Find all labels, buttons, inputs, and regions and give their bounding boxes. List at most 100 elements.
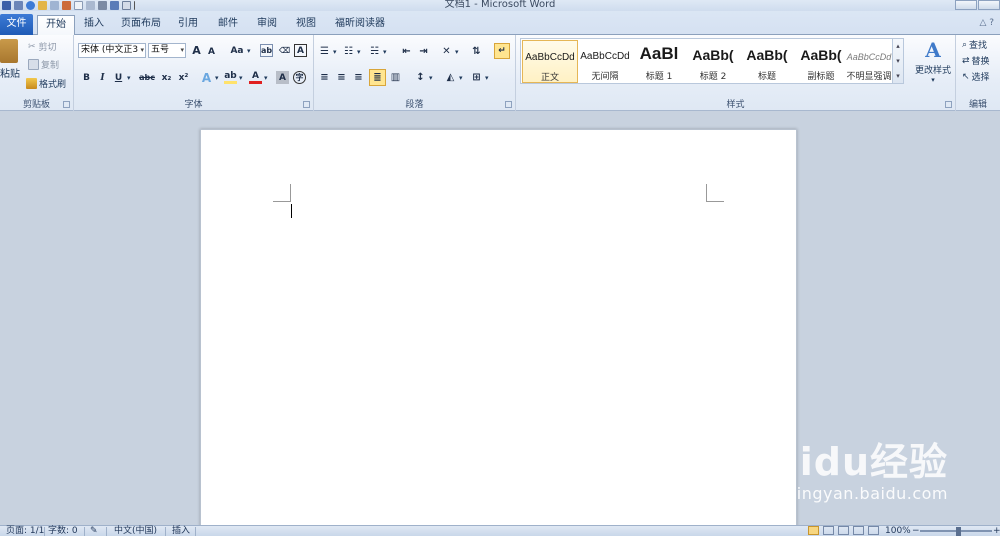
style-subtitle[interactable]: AaBb( 副标题 (793, 40, 849, 83)
clear-format-button[interactable]: ⌫ (278, 44, 293, 57)
bullets-button[interactable]: ☰ ▾ (318, 45, 337, 58)
tab-file[interactable]: 文件 (0, 14, 33, 35)
style-subtle-emphasis[interactable]: AaBbCcDd 不明显强调 (845, 40, 893, 83)
highlight-button[interactable]: ab ▾ (224, 71, 243, 84)
group-clipboard: 粘贴 ✂ 剪切 复制 格式刷 剪贴板 (0, 35, 74, 111)
align-right-button[interactable]: ≡ (352, 71, 367, 84)
change-case-button[interactable]: Aa ▾ (229, 44, 250, 57)
find-button[interactable]: ⌕ 查找 (962, 38, 987, 52)
align-left-button[interactable]: ≡ (318, 71, 333, 84)
chevron-up-icon[interactable]: ▴ (893, 39, 903, 54)
replace-button[interactable]: ⇄ 替换 (962, 54, 990, 68)
style-name: 副标题 (807, 72, 835, 82)
shrink-font-icon: A (208, 46, 215, 57)
style-title[interactable]: AaBb( 标题 (739, 40, 795, 83)
styles-launcher-icon[interactable] (945, 101, 952, 108)
chevron-down-icon[interactable]: ▾ (893, 54, 903, 69)
font-size-combo[interactable]: 五号 ▾ (148, 43, 186, 58)
sort-button[interactable]: ⇅ (470, 45, 485, 58)
cut-button[interactable]: ✂ 剪切 (28, 40, 57, 54)
style-sample: AaBl (639, 45, 679, 63)
grow-font-button[interactable]: A (190, 44, 205, 57)
web-layout-view-icon[interactable] (838, 526, 849, 535)
superscript-button[interactable]: x² (177, 71, 192, 84)
insert-mode[interactable]: 插入 (172, 526, 190, 536)
copy-button[interactable]: 复制 (28, 58, 59, 71)
help-icon[interactable]: △ ? (979, 18, 994, 28)
tab-mailings[interactable]: 邮件 (214, 15, 242, 35)
select-button[interactable]: ↖ 选择 (962, 70, 990, 84)
subscript-button[interactable]: x₂ (160, 71, 175, 84)
full-screen-reading-view-icon[interactable] (823, 526, 834, 535)
justify-button[interactable]: ≣ (369, 69, 388, 86)
character-shading-button[interactable]: A (276, 71, 291, 84)
italic-button[interactable]: I (96, 71, 111, 84)
line-spacing-button[interactable]: ↕ ▾ (414, 71, 432, 84)
paste-button[interactable]: 粘贴 (0, 39, 20, 80)
align-center-button[interactable]: ≡ (335, 71, 350, 84)
language-indicator[interactable]: 中文(中国) (114, 526, 157, 536)
page-count[interactable]: 页面: 1/1 (6, 526, 44, 536)
minimize-icon[interactable] (955, 0, 977, 10)
font-name-combo[interactable]: 宋体 (中文正3 ▾ (78, 43, 146, 58)
tab-review[interactable]: 审阅 (253, 15, 281, 35)
text-effects-button[interactable]: A ▾ (200, 71, 219, 85)
numbering-button[interactable]: ☷ ▾ (342, 45, 361, 58)
tab-foxit-reader[interactable]: 福昕阅读器 (332, 15, 388, 35)
change-case-icon: Aa (230, 45, 244, 56)
format-painter-label: 格式刷 (39, 80, 67, 90)
tab-insert[interactable]: 插入 (80, 15, 108, 35)
document-workspace[interactable]: Baidu经验 jingyan.baidu.com (0, 111, 1000, 527)
print-layout-view-icon[interactable] (808, 526, 819, 535)
shading-button[interactable]: ◭ ▾ (444, 71, 463, 84)
show-marks-button[interactable]: ↵ (494, 43, 512, 59)
borders-button[interactable]: ⊞ ▾ (470, 71, 488, 84)
change-styles-button[interactable]: A 更改样式 ▾ (912, 39, 954, 84)
style-normal[interactable]: AaBbCcDd 正文 (522, 40, 578, 83)
chevron-down-icon: ▾ (264, 73, 268, 82)
zoom-level[interactable]: 100% (885, 526, 911, 536)
style-sample: AaBbCcDd (580, 51, 630, 62)
proofing-icon[interactable]: ✎ (90, 526, 98, 536)
format-painter-button[interactable]: 格式刷 (26, 77, 66, 90)
font-launcher-icon[interactable] (303, 101, 310, 108)
tab-references[interactable]: 引用 (174, 15, 202, 35)
clipboard-launcher-icon[interactable] (63, 101, 70, 108)
decrease-indent-button[interactable]: ⇤ (400, 45, 415, 58)
style-sample: AaBb( (800, 47, 842, 63)
more-icon[interactable]: ▾ (893, 69, 903, 84)
tab-view[interactable]: 视图 (292, 15, 320, 35)
paragraph-launcher-icon[interactable] (505, 101, 512, 108)
draft-view-icon[interactable] (868, 526, 879, 535)
underline-button[interactable]: U ▾ (112, 71, 131, 84)
bold-button[interactable]: B (80, 71, 95, 84)
highlighter-icon: ab (224, 71, 237, 84)
tab-home[interactable]: 开始 (37, 15, 75, 36)
style-heading-2[interactable]: AaBb( 标题 2 (685, 40, 741, 83)
maximize-icon[interactable] (978, 0, 1000, 10)
chinese-layout-button[interactable]: ✕ ▾ (440, 45, 458, 58)
distributed-button[interactable]: ▥ (389, 71, 404, 84)
tab-page-layout[interactable]: 页面布局 (118, 15, 164, 35)
strikethrough-button[interactable]: abc (138, 71, 158, 84)
font-color-button[interactable]: A ▾ (249, 71, 268, 84)
zoom-in-icon[interactable]: + (993, 526, 1000, 536)
bold-icon: B (83, 72, 90, 83)
zoom-out-icon[interactable]: − (912, 526, 920, 536)
paste-label: 粘贴 (0, 69, 20, 80)
style-heading-1[interactable]: AaBl 标题 1 (631, 40, 687, 83)
gallery-scroll[interactable]: ▴ ▾ ▾ (892, 38, 904, 84)
cursor-icon: ↖ (962, 71, 970, 82)
word-count[interactable]: 字数: 0 (48, 526, 78, 536)
style-name: 不明显强调 (846, 72, 892, 82)
shrink-font-button[interactable]: A (205, 45, 220, 58)
multilevel-list-button[interactable]: ☵ ▾ (368, 45, 387, 58)
character-border-button[interactable]: A (294, 44, 309, 57)
outline-view-icon[interactable] (853, 526, 864, 535)
enclose-characters-button[interactable]: 字 (293, 71, 308, 84)
phonetic-guide-button[interactable]: ab (260, 44, 275, 57)
zoom-slider-thumb[interactable] (956, 527, 961, 536)
title-bar: 文档1 - Microsoft Word (0, 0, 1000, 11)
increase-indent-button[interactable]: ⇥ (417, 45, 432, 58)
style-no-spacing[interactable]: AaBbCcDd 无间隔 (577, 40, 633, 83)
